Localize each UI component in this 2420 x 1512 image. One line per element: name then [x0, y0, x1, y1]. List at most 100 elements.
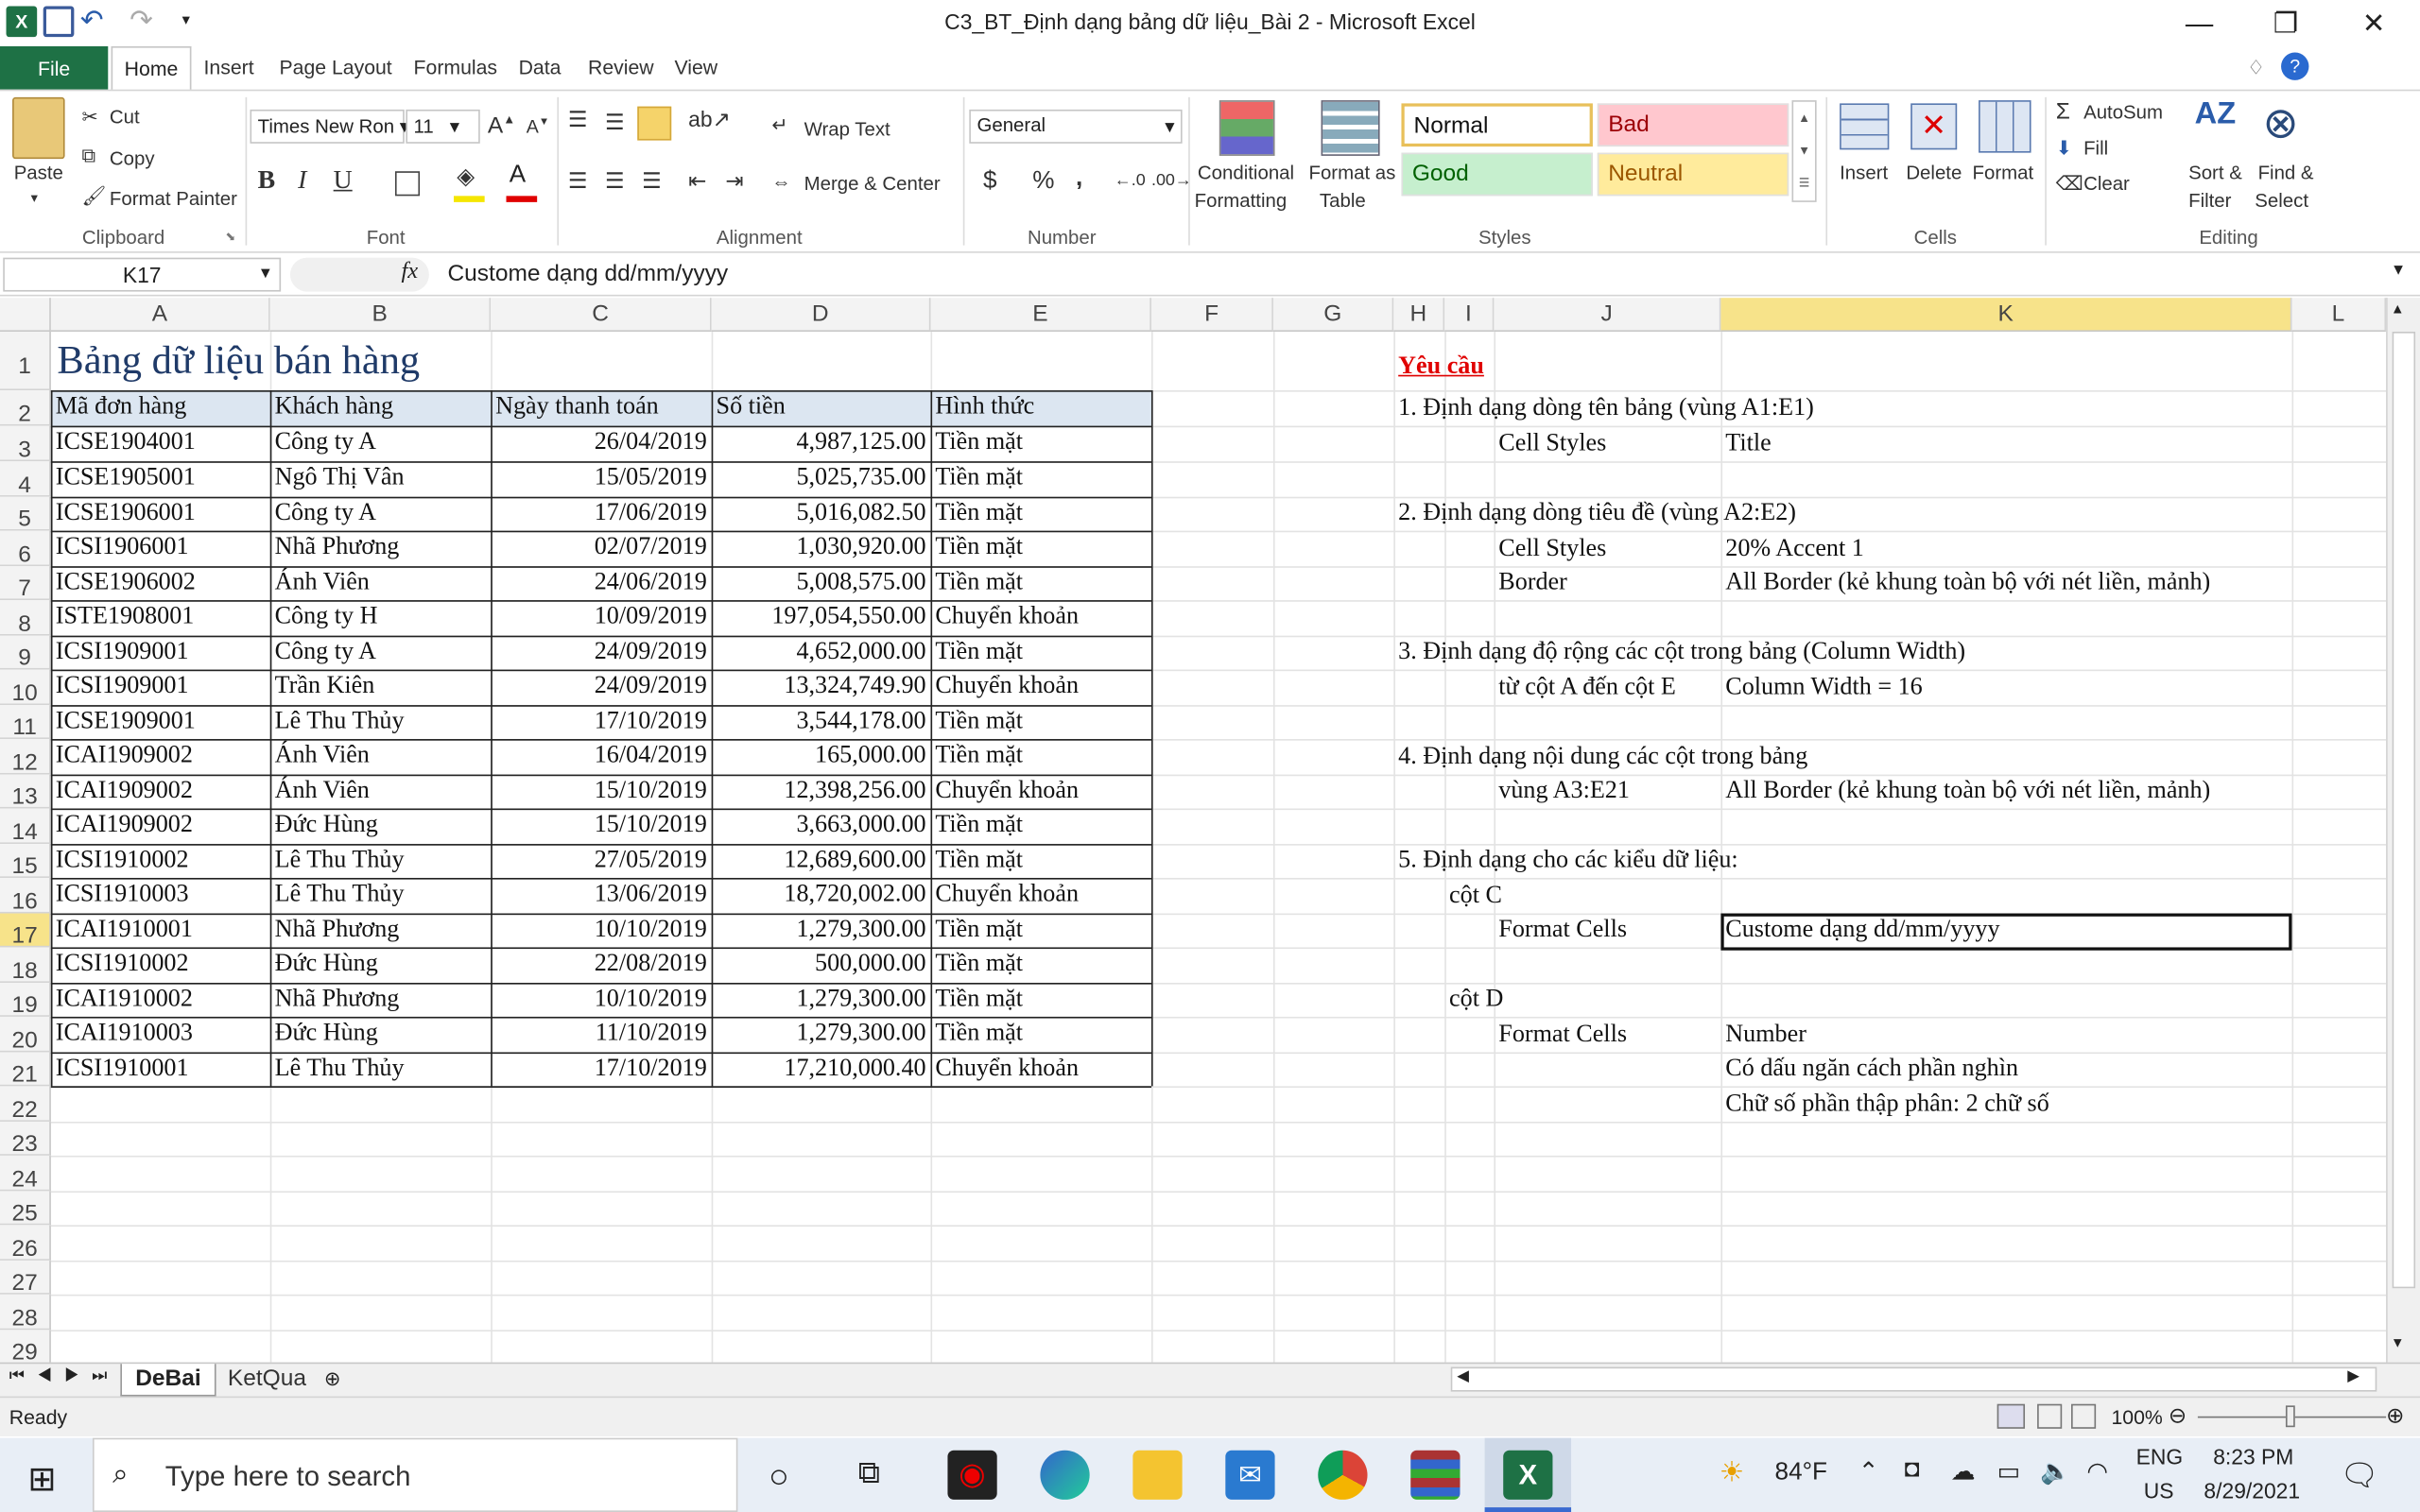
- table-cell[interactable]: ICSI1910002: [51, 844, 270, 878]
- table-cell[interactable]: Chuyển khoản: [930, 600, 1150, 636]
- comma-button[interactable]: ,: [1076, 165, 1082, 193]
- table-cell[interactable]: 12,689,600.00: [712, 844, 931, 878]
- insert-sheet-icon[interactable]: ⊕: [324, 1367, 341, 1392]
- zoom-in-icon[interactable]: ⊕: [2386, 1402, 2404, 1429]
- clipboard-launcher-icon[interactable]: ⬊: [225, 230, 235, 244]
- table-cell[interactable]: Lê Thu Thủy: [270, 844, 491, 878]
- table-cell[interactable]: ICSI1906001: [51, 531, 270, 567]
- table-cell[interactable]: 165,000.00: [712, 739, 931, 775]
- table-cell[interactable]: ICAI1910002: [51, 983, 270, 1017]
- bold-button[interactable]: B: [258, 165, 276, 197]
- req-r1-a[interactable]: Cell Styles: [1494, 426, 1611, 462]
- format-painter-button[interactable]: Format Painter: [110, 188, 237, 210]
- table-cell[interactable]: Tiền mặt: [930, 809, 1150, 845]
- table-cell[interactable]: ICSI1909001: [51, 636, 270, 670]
- paste-button[interactable]: Paste: [14, 162, 63, 183]
- row-header-1[interactable]: 1: [0, 332, 51, 391]
- column-header-b[interactable]: B: [269, 298, 492, 333]
- align-bottom-icon[interactable]: [637, 106, 672, 141]
- row-header-6[interactable]: 6: [0, 530, 51, 568]
- req-r5-c[interactable]: cột C: [1444, 878, 1507, 914]
- wifi-icon[interactable]: ◠: [2086, 1456, 2108, 1487]
- table-cell[interactable]: Nhã Phương: [270, 531, 491, 567]
- fill-color-icon[interactable]: ◈: [457, 162, 475, 190]
- zoom-slider-thumb[interactable]: [2285, 1405, 2295, 1428]
- scroll-down-icon[interactable]: ▼: [2391, 1334, 2405, 1349]
- cortana-icon[interactable]: ○: [769, 1456, 789, 1496]
- table-cell[interactable]: Tiền mặt: [930, 426, 1150, 462]
- table-cell[interactable]: 27/05/2019: [491, 844, 711, 878]
- clear-button[interactable]: Clear: [2083, 173, 2130, 195]
- font-size-select[interactable]: 11 ▾: [406, 109, 480, 144]
- row-header-3[interactable]: 3: [0, 425, 51, 463]
- tab-formulas[interactable]: Formulas: [414, 56, 497, 78]
- scroll-thumb[interactable]: [2392, 332, 2416, 1289]
- scroll-up-icon[interactable]: ▲: [2391, 301, 2405, 316]
- autosum-button[interactable]: AutoSum: [2083, 102, 2163, 124]
- cut-button[interactable]: Cut: [110, 107, 140, 129]
- underline-button[interactable]: U: [334, 165, 353, 197]
- style-neutral[interactable]: Neutral: [1597, 152, 1789, 197]
- row-header-8[interactable]: 8: [0, 600, 51, 637]
- table-cell[interactable]: Lê Thu Thủy: [270, 705, 491, 739]
- row-header-14[interactable]: 14: [0, 808, 51, 846]
- req-heading[interactable]: Yêu cầu: [1393, 332, 1489, 390]
- horizontal-scrollbar[interactable]: [1450, 1366, 2377, 1392]
- row-header-17[interactable]: 17: [0, 913, 51, 949]
- row-header-9[interactable]: 9: [0, 635, 51, 671]
- table-cell[interactable]: ICSI1910003: [51, 878, 270, 914]
- table-cell[interactable]: 4,652,000.00: [712, 636, 931, 670]
- minimize-button[interactable]: —: [2176, 7, 2222, 41]
- table-cell[interactable]: Tiền mặt: [930, 844, 1150, 878]
- paste-icon[interactable]: [12, 96, 65, 160]
- table-cell[interactable]: Tiền mặt: [930, 566, 1150, 600]
- table-cell[interactable]: 10/10/2019: [491, 914, 711, 948]
- column-header-j[interactable]: J: [1494, 298, 1721, 333]
- align-middle-icon[interactable]: ☰: [605, 110, 625, 136]
- percent-button[interactable]: %: [1032, 168, 1054, 196]
- worksheet-grid[interactable]: ABCDEFGHIJKL 1 2 3 4 5 6 7 8 9 10 11 12 13 14 15 16 17 18…: [0, 298, 2387, 1363]
- table-cell[interactable]: Chuyển khoản: [930, 1052, 1150, 1086]
- task-view-icon[interactable]: ⧉: [858, 1456, 880, 1492]
- table-cell[interactable]: 15/10/2019: [491, 809, 711, 845]
- table-cell[interactable]: 1,279,300.00: [712, 983, 931, 1017]
- taskbar-search-box[interactable]: ⌕ Type here to search: [92, 1437, 738, 1512]
- row-header-22[interactable]: 22: [0, 1086, 51, 1124]
- column-header-g[interactable]: G: [1272, 298, 1394, 333]
- table-cell[interactable]: 3,663,000.00: [712, 809, 931, 845]
- table-header-cell[interactable]: Số tiền: [712, 390, 931, 426]
- chrome-icon[interactable]: [1318, 1450, 1368, 1500]
- delete-icon[interactable]: ✕: [1910, 103, 1958, 150]
- table-cell[interactable]: 1,279,300.00: [712, 1017, 931, 1053]
- table-cell[interactable]: Công ty A: [270, 497, 491, 531]
- req-r3-a[interactable]: từ cột A đến cột E: [1494, 670, 1680, 706]
- tab-insert[interactable]: Insert: [204, 56, 254, 78]
- tab-view[interactable]: View: [674, 56, 717, 78]
- row-header-4[interactable]: 4: [0, 461, 51, 498]
- meet-now-icon[interactable]: ◘: [1905, 1456, 1920, 1484]
- increase-decimal-icon[interactable]: ←.0: [1115, 171, 1146, 190]
- select-all-corner[interactable]: [0, 298, 51, 333]
- tab-data[interactable]: Data: [519, 56, 562, 78]
- req-r5[interactable]: 5. Định dạng cho các kiểu dữ liệu:: [1393, 844, 1742, 878]
- row-header-20[interactable]: 20: [0, 1016, 51, 1054]
- lang-line2[interactable]: US: [2144, 1478, 2174, 1503]
- table-cell[interactable]: Ngô Thị Vân: [270, 461, 491, 497]
- vertical-scrollbar[interactable]: ▲ ▼: [2386, 298, 2420, 1363]
- sheet-nav-arrows[interactable]: ⏮◀▶⏭: [9, 1367, 120, 1387]
- insert-button[interactable]: Insert: [1840, 162, 1888, 183]
- table-cell[interactable]: 17/10/2019: [491, 705, 711, 739]
- table-cell[interactable]: Công ty A: [270, 636, 491, 670]
- table-cell[interactable]: ICSI1909001: [51, 670, 270, 706]
- style-normal[interactable]: Normal: [1401, 103, 1593, 147]
- winrar-icon[interactable]: [1410, 1450, 1461, 1500]
- column-header-c[interactable]: C: [491, 298, 712, 333]
- table-cell[interactable]: Trần Kiên: [270, 670, 491, 706]
- req-r2-a[interactable]: Cell Styles: [1494, 531, 1611, 567]
- row-header-12[interactable]: 12: [0, 739, 51, 776]
- table-cell[interactable]: Đức Hùng: [270, 809, 491, 845]
- copy-button[interactable]: Copy: [110, 148, 155, 170]
- req-r5-d[interactable]: cột D: [1444, 983, 1508, 1017]
- align-center-icon[interactable]: ☰: [605, 168, 625, 195]
- edge-icon[interactable]: [1040, 1450, 1090, 1500]
